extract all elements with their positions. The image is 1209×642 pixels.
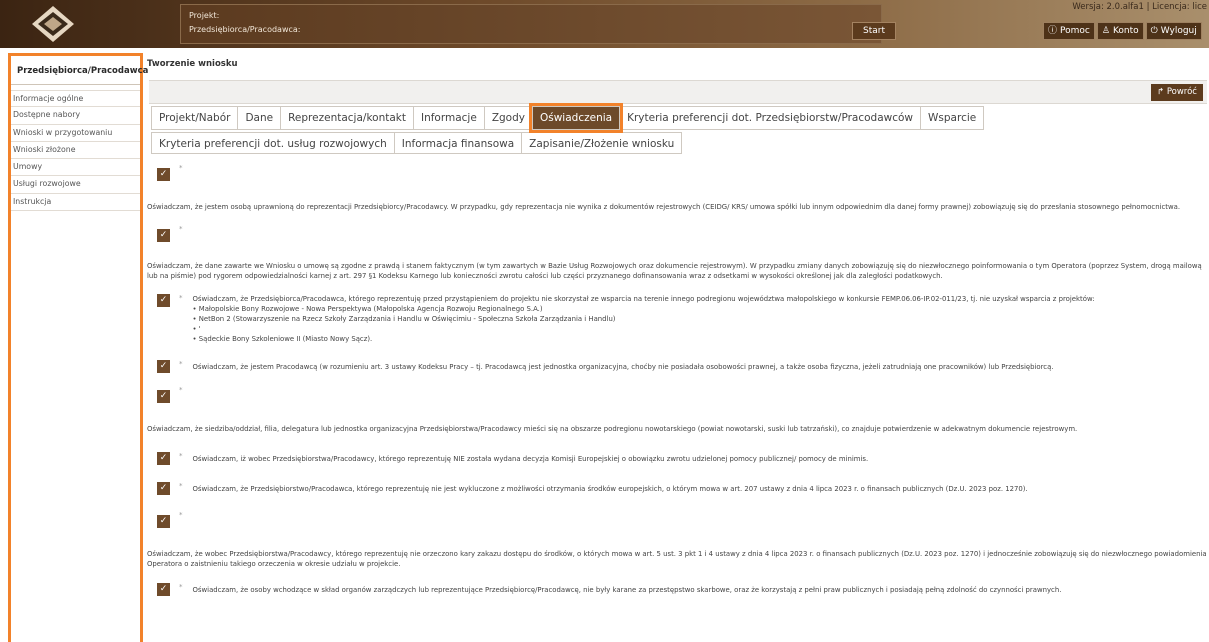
back-label: Powróć [1166, 87, 1197, 97]
required-marker: * [179, 360, 183, 368]
required-marker: * [179, 583, 183, 591]
statement-8-checkbox[interactable]: ✓ [157, 515, 170, 528]
logout-button[interactable]: ⏻ Wyloguj [1145, 22, 1202, 40]
statement-6-checkbox[interactable]: ✓ [157, 452, 170, 465]
statement-2-text: Oświadczam, że dane zawarte we Wniosku o… [147, 262, 1202, 280]
tab-employer-criteria[interactable]: Kryteria preferencji dot. Przedsiębiorst… [619, 106, 922, 130]
tab-information[interactable]: Informacje [412, 106, 485, 130]
return-arrow-icon: ↱ [1157, 87, 1165, 97]
statement-3-text: Oświadczam, że Przedsiębiorca/Pracodawca… [192, 295, 1095, 303]
statement-1-checkbox[interactable]: ✓ [157, 168, 170, 181]
top-header: Projekt: Przedsiębiorca/Pracodawca: Star… [0, 0, 1209, 48]
app-logo-icon[interactable] [30, 4, 76, 44]
logout-label: Wyloguj [1160, 26, 1197, 36]
project-list-item: • Sądeckie Bony Szkoleniowe II (Miasto N… [192, 335, 373, 343]
statement-6-row: ✓ * Oświadczam, iż wobec Przedsiębiorstwa… [157, 452, 1207, 465]
tab-support[interactable]: Wsparcie [920, 106, 985, 130]
sidebar-item-development-services[interactable]: Usługi rozwojowe [11, 176, 140, 194]
sidebar-item-instructions[interactable]: Instrukcja [11, 194, 140, 212]
statement-9-row: ✓ * Oświadczam, że osoby wchodzące w skła… [157, 583, 1207, 596]
statement-1-text: Oświadczam, że jestem osobą uprawnioną d… [147, 203, 1181, 211]
tab-representation[interactable]: Reprezentacja/kontakt [280, 106, 414, 130]
statement-9-checkbox[interactable]: ✓ [157, 583, 170, 596]
project-list-item: • NetBon 2 (Stowarzyszenie na Rzecz Szko… [192, 315, 616, 323]
tab-data[interactable]: Dane [237, 106, 282, 130]
statement-3-checkbox[interactable]: ✓ [157, 294, 170, 307]
statement-7-checkbox[interactable]: ✓ [157, 482, 170, 495]
statement-6-text: Oświadczam, iż wobec Przedsiębiorstwa/Pr… [192, 455, 869, 463]
statement-5-checkbox-row: ✓* [157, 386, 1207, 405]
statement-2-checkbox[interactable]: ✓ [157, 229, 170, 242]
sidebar-item-contracts[interactable]: Umowy [11, 159, 140, 177]
statement-3-text-block: Oświadczam, że Przedsiębiorca/Pracodawca… [193, 294, 1095, 344]
statement-4-checkbox[interactable]: ✓ [157, 360, 170, 373]
statement-2-checkbox-row: ✓* [157, 225, 1207, 244]
statement-7-text: Oświadczam, że Przedsiębiorstwo/Pracodaw… [192, 485, 1028, 493]
statement-5-text: Oświadczam, że siedziba/oddział, filia, … [147, 425, 1078, 433]
required-marker: * [179, 386, 183, 394]
help-button[interactable]: ⓘ Pomoc [1043, 22, 1095, 40]
tab-consents[interactable]: Zgody [483, 106, 533, 130]
sidebar: Przedsiębiorca/Pracodawca Informacje ogó… [8, 53, 148, 642]
sidebar-menu: Informacje ogólne Dostępne nabory Wniosk… [11, 90, 140, 212]
required-marker: * [179, 164, 183, 172]
account-label: Konto [1112, 26, 1139, 36]
project-info-panel: Projekt: Przedsiębiorca/Pracodawca: [180, 4, 882, 44]
account-button[interactable]: ♙ Konto [1096, 22, 1144, 40]
statement-7-row: ✓ * Oświadczam, że Przedsiębiorstwo/Praco… [157, 482, 1207, 495]
sidebar-item-available-calls[interactable]: Dostępne nabory [11, 107, 140, 125]
power-icon: ⏻ [1150, 26, 1158, 36]
main-content: Tworzenie wniosku ↱ Powróć Projekt/Nabór… [143, 53, 1209, 642]
statement-8-text: Oświadczam, że wobec Przedsiębiorstwa/Pr… [147, 550, 1207, 568]
tab-service-criteria[interactable]: Kryteria preferencji dot. usług rozwojow… [151, 132, 395, 154]
tab-save-submit[interactable]: Zapisanie/Złożenie wniosku [521, 132, 683, 154]
version-info: Wersja: 2.0.alfa1 | Licencja: lice [1072, 2, 1207, 12]
action-bar: ↱ Powróć [149, 80, 1207, 104]
project-list-item: • Małopolskie Bony Rozwojowe - Nowa Pers… [192, 305, 543, 313]
statement-4-text: Oświadczam, że jestem Pracodawcą (w rozu… [192, 363, 1054, 371]
tab-project[interactable]: Projekt/Nabór [151, 106, 239, 130]
statement-5-checkbox[interactable]: ✓ [157, 390, 170, 403]
required-marker: * [179, 294, 183, 302]
sidebar-item-submitted-applications[interactable]: Wnioski złożone [11, 142, 140, 160]
tab-statements[interactable]: Oświadczenia [528, 103, 624, 133]
required-marker: * [179, 225, 183, 233]
project-list-item: • ' [192, 325, 201, 333]
required-marker: * [179, 482, 183, 490]
statement-4-row: ✓ * Oświadczam, że jestem Pracodawcą (w r… [157, 360, 1207, 373]
sidebar-title: Przedsiębiorca/Pracodawca [11, 56, 148, 85]
sidebar-item-general-info[interactable]: Informacje ogólne [11, 90, 140, 108]
tab-financial-info[interactable]: Informacja finansowa [393, 132, 523, 154]
tabs-row-1: Projekt/Nabór Dane Reprezentacja/kontakt… [151, 103, 985, 133]
required-marker: * [179, 452, 183, 460]
help-label: Pomoc [1060, 26, 1090, 36]
required-marker: * [179, 511, 183, 519]
back-button[interactable]: ↱ Powróć [1151, 84, 1203, 101]
info-icon: ⓘ [1048, 26, 1058, 36]
statements-list: ✓* Oświadczam, że jestem osobą uprawnion… [147, 162, 1207, 596]
project-label: Projekt: [189, 11, 220, 20]
top-actions: ⓘ Pomoc ♙ Konto ⏻ Wyloguj [1043, 22, 1202, 40]
statement-9-text: Oświadczam, że osoby wchodzące w skład o… [192, 586, 1062, 594]
employer-label: Przedsiębiorca/Pracodawca: [189, 25, 301, 34]
tabs-row-2: Kryteria preferencji dot. usług rozwojow… [151, 132, 683, 154]
start-button[interactable]: Start [852, 22, 896, 40]
statement-8-checkbox-row: ✓* [157, 511, 1207, 530]
statement-1-checkbox-row: ✓* [157, 164, 1207, 183]
sidebar-item-draft-applications[interactable]: Wnioski w przygotowaniu [11, 125, 140, 142]
page-title: Tworzenie wniosku [147, 59, 238, 69]
statement-3-row: ✓ * Oświadczam, że Przedsiębiorca/Pracoda… [157, 294, 1207, 344]
user-icon: ♙ [1101, 26, 1110, 36]
